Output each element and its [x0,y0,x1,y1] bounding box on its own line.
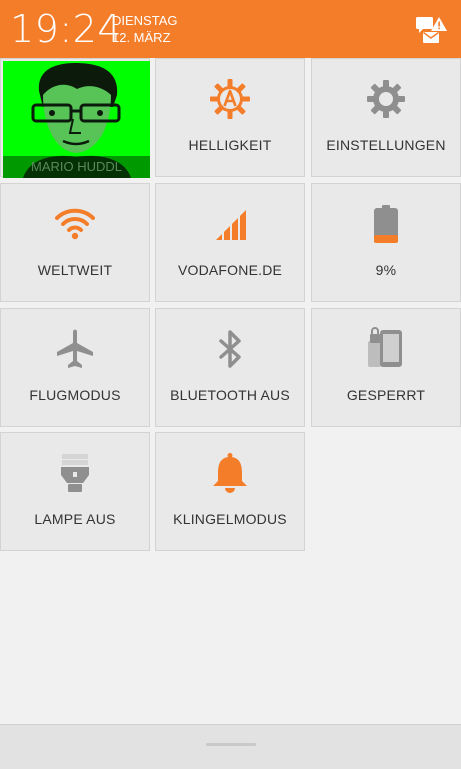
drag-handle[interactable] [206,743,256,746]
settings-tile[interactable]: EINSTELLUNGEN [311,58,461,177]
settings-label: EINSTELLUNGEN [326,137,446,153]
brightness-tile[interactable]: HELLIGKEIT [155,58,305,177]
lock-label: GESPERRT [346,387,426,403]
avatar: MARIO HUDDL [3,61,150,178]
mobile-network-tile[interactable]: VODAFONE.DE [155,183,305,302]
panel-footer [0,724,461,769]
date[interactable]: 12. MÄRZ [112,30,171,45]
ringer-tile[interactable]: KLINGELMODUS [155,432,305,551]
airplane-mode-tile[interactable]: FLUGMODUS [0,308,150,427]
wifi-label: WELTWEIT [37,262,113,278]
wifi-icon [1,202,149,246]
battery-label: 9% [375,262,397,278]
profile-name: MARIO HUDDL [3,156,150,178]
rotation-lock-tile[interactable]: GESPERRT [311,308,461,427]
ringer-label: KLINGELMODUS [173,511,287,527]
auto-brightness-icon [156,77,304,121]
battery-tile[interactable]: 9% [311,183,461,302]
flashlight-icon [1,451,149,495]
flashlight-label: LAMPE AUS [34,511,116,527]
phone-lock-icon [312,327,460,371]
clock[interactable]: 19:24 [10,8,122,50]
airplane-label: FLUGMODUS [29,387,121,403]
signal-icon [156,202,304,246]
bluetooth-icon [156,327,304,371]
gear-icon [312,77,460,121]
bluetooth-label: BLUETOOTH AUS [170,387,290,403]
profile-tile[interactable]: MARIO HUDDL [0,58,150,178]
status-header: 19:24 DIENSTAG 12. MÄRZ [0,0,461,58]
flashlight-tile[interactable]: LAMPE AUS [0,432,150,551]
bluetooth-tile[interactable]: BLUETOOTH AUS [155,308,305,427]
network-label: VODAFONE.DE [177,262,283,278]
weekday: DIENSTAG [112,13,178,28]
battery-icon [312,202,460,246]
message-alert-icon[interactable] [414,14,448,44]
bell-icon [156,451,304,495]
wifi-tile[interactable]: WELTWEIT [0,183,150,302]
brightness-label: HELLIGKEIT [188,137,272,153]
airplane-icon [1,327,149,371]
